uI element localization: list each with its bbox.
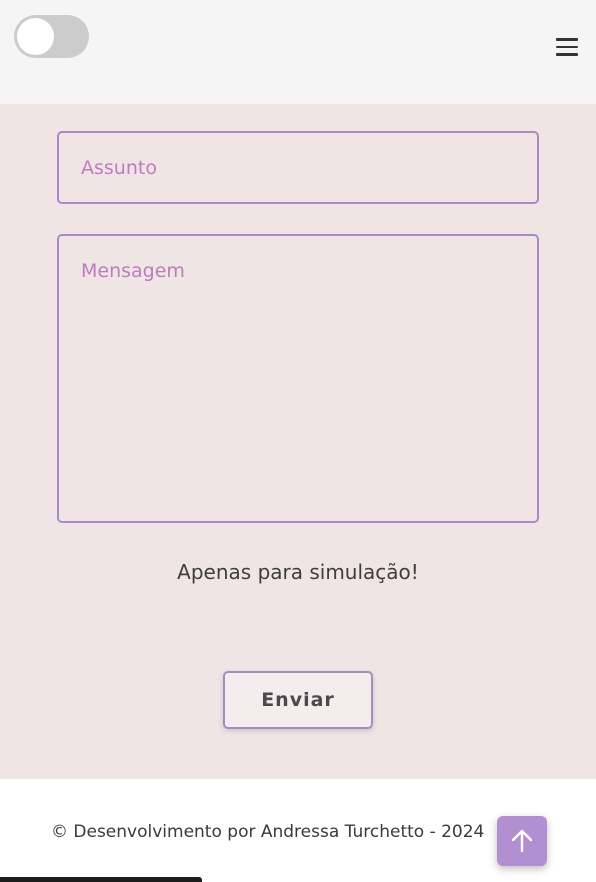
toggle-knob [17,18,54,55]
subject-input[interactable] [57,131,539,204]
header [0,0,596,104]
message-textarea[interactable] [57,234,539,523]
bottom-bar [0,877,202,882]
copyright-text: © Desenvolvimento por Andressa Turchetto… [51,822,485,842]
hamburger-menu-icon[interactable] [556,38,578,56]
theme-toggle[interactable] [14,15,89,58]
simulation-note: Apenas para simulação! [177,560,419,584]
send-button[interactable]: Enviar [223,671,373,729]
footer: © Desenvolvimento por Andressa Turchetto… [0,779,596,882]
scroll-to-top-button[interactable] [497,816,547,866]
arrow-up-icon [511,829,533,853]
